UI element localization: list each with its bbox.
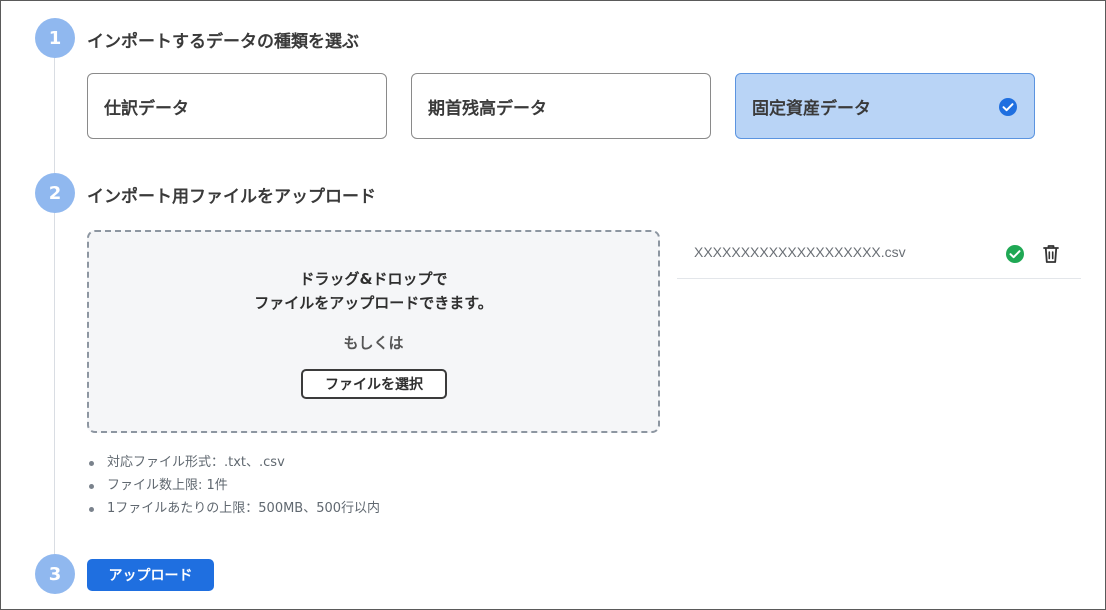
data-type-label: 固定資産データ [752, 98, 871, 119]
check-circle-icon [1006, 245, 1024, 263]
data-type-fixed-assets[interactable]: 固定資産データ [735, 73, 1035, 139]
import-panel: 1 インポートするデータの種類を選ぶ 仕訳データ 期首残高データ 固定資産データ… [0, 0, 1106, 610]
stepper-line [54, 41, 55, 573]
list-item: 対応ファイル形式：.txt、.csv [87, 453, 380, 476]
step-1-title: インポートするデータの種類を選ぶ [87, 32, 359, 52]
data-type-label: 期首残高データ [428, 98, 547, 119]
step-3-badge: 3 [35, 554, 75, 594]
step-1-badge: 1 [35, 18, 75, 58]
step-2-title: インポート用ファイルをアップロード [87, 187, 376, 207]
list-item: 1ファイルあたりの上限：500MB、500行以内 [87, 499, 380, 522]
select-file-button[interactable]: ファイルを選択 [301, 369, 447, 399]
upload-constraints-list: 対応ファイル形式：.txt、.csv ファイル数上限: 1件 1ファイルあたりの… [87, 453, 380, 522]
list-item: ファイル数上限: 1件 [87, 476, 380, 499]
dropzone-text-line2: ファイルをアップロードできます。 [254, 294, 493, 312]
uploaded-file-name: XXXXXXXXXXXXXXXXXXXX.csv [694, 244, 906, 260]
step-2-badge: 2 [35, 173, 75, 213]
uploaded-file-row: XXXXXXXXXXXXXXXXXXXX.csv [677, 230, 1081, 279]
check-circle-icon [999, 98, 1017, 116]
trash-icon[interactable] [1041, 243, 1061, 265]
data-type-opening-balance[interactable]: 期首残高データ [411, 73, 711, 139]
dropzone-text-line1: ドラッグ&ドロップで [299, 270, 448, 288]
upload-button[interactable]: アップロード [87, 559, 214, 591]
data-type-journal[interactable]: 仕訳データ [87, 73, 387, 139]
file-dropzone[interactable]: ドラッグ&ドロップで ファイルをアップロードできます。 もしくは ファイルを選択 [87, 230, 660, 433]
dropzone-or-text: もしくは [343, 334, 404, 352]
data-type-label: 仕訳データ [104, 98, 189, 119]
